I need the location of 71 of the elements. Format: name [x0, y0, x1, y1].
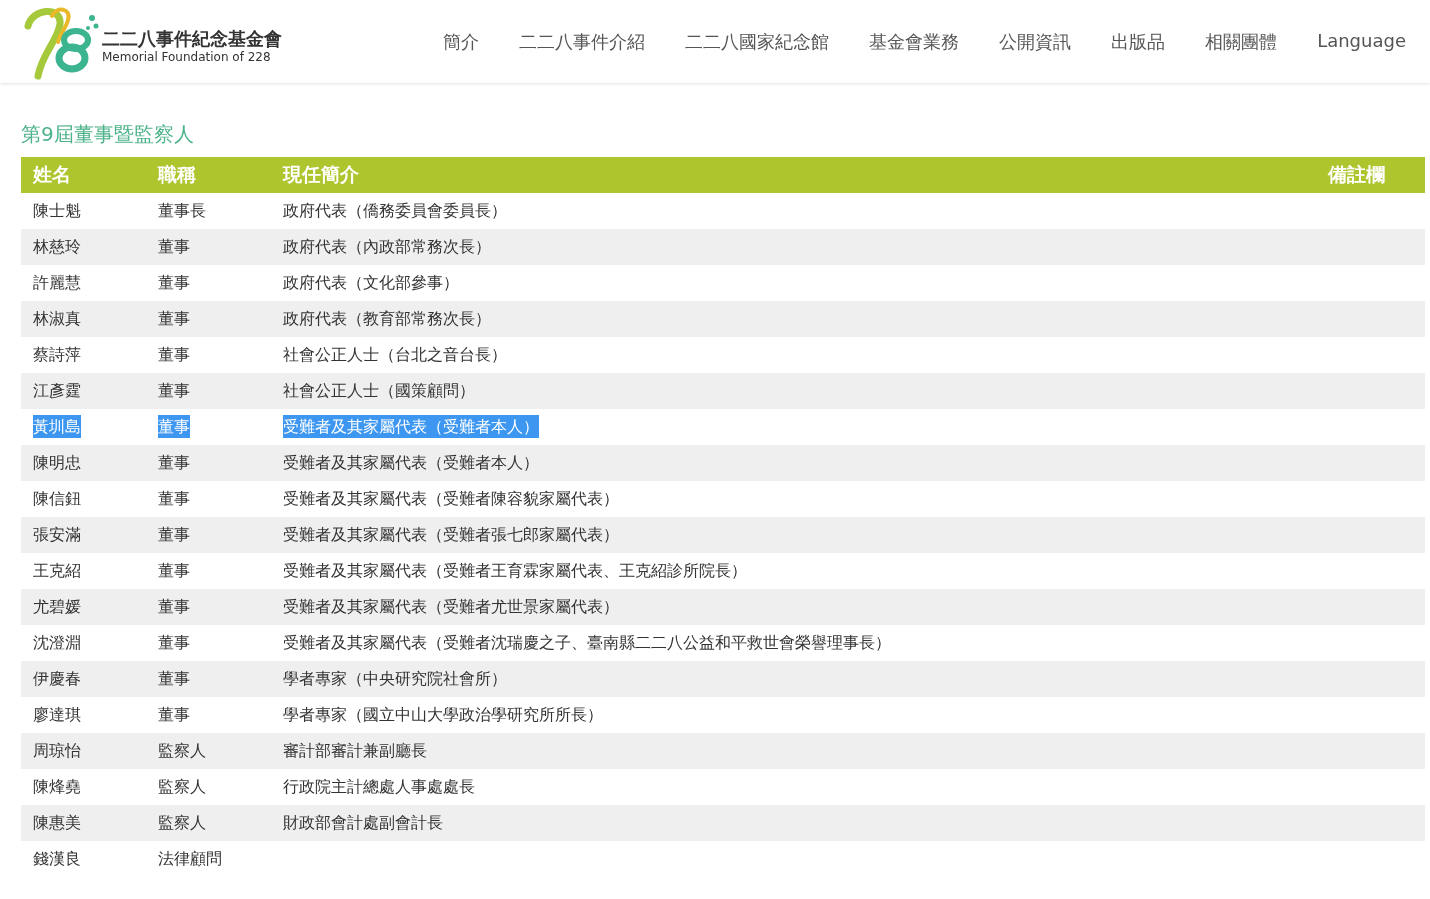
table-cell-text: 錢漢良 — [33, 847, 81, 870]
table-cell-text: 陳惠美 — [33, 811, 81, 834]
table-cell-text: 受難者及其家屬代表（受難者張七郎家屬代表） — [283, 523, 619, 546]
table-cell-text: 董事 — [158, 235, 190, 258]
page-title: 第9屆董事暨監察人 — [21, 121, 195, 147]
table-cell-text: 尤碧媛 — [33, 595, 81, 618]
table-cell-text: 董事 — [158, 559, 190, 582]
table-cell-text: 受難者及其家屬代表（受難者沈瑞慶之子、臺南縣二二八公益和平救世會榮譽理事長） — [283, 631, 891, 654]
table-cell-text: 監察人 — [158, 811, 206, 834]
table-cell-text: 董事長 — [158, 199, 206, 222]
table-cell-text: 董事 — [158, 379, 190, 402]
table-cell-text: 王克紹 — [33, 559, 81, 582]
table-cell-text: 林淑真 — [33, 307, 81, 330]
table-cell-text: 董事 — [158, 631, 190, 654]
table-cell-text: 張安滿 — [33, 523, 81, 546]
table-cell-text: 廖達琪 — [33, 703, 81, 726]
table-cell-text: 江彥霆 — [33, 379, 81, 402]
nav-link[interactable]: 公開資訊 — [999, 29, 1072, 54]
table-cell-text: 董事 — [158, 703, 190, 726]
table-cell-text: 學者專家（中央研究院社會所） — [283, 667, 507, 690]
nav-link[interactable]: 出版品 — [1111, 29, 1166, 54]
table-cell-text: 行政院主計總處人事處處長 — [283, 775, 475, 798]
nav-link[interactable]: 簡介 — [443, 29, 480, 54]
table-cell-text: 學者專家（國立中山大學政治學研究所所長） — [283, 703, 603, 726]
table-cell: 黃圳島 — [33, 414, 81, 438]
table-cell-text: 政府代表（文化部參事） — [283, 271, 459, 294]
table-cell-text: 董事 — [158, 307, 190, 330]
table-cell-text: 周琼怡 — [33, 739, 81, 762]
table-cell-text: 陳明忠 — [33, 451, 81, 474]
table-cell-text: 董事 — [158, 487, 190, 510]
nav-link[interactable]: Language — [1317, 29, 1406, 54]
column-header: 備註欄 — [1328, 163, 1385, 185]
table-cell-text: 審計部審計兼副廳長 — [283, 739, 427, 762]
table-cell-text: 政府代表（內政部常務次長） — [283, 235, 491, 258]
nav-link[interactable]: 基金會業務 — [869, 29, 960, 54]
table-cell-text: 董事 — [158, 343, 190, 366]
nav-link[interactable]: 二二八國家紀念館 — [685, 29, 830, 54]
table-cell-text: 沈澄淵 — [33, 631, 81, 654]
table-cell-text: 監察人 — [158, 739, 206, 762]
table-cell-text: 受難者及其家屬代表（受難者王育霖家屬代表、王克紹診所院長） — [283, 559, 747, 582]
table-cell-text: 法律顧問 — [158, 847, 222, 870]
table-cell-text: 受難者及其家屬代表（受難者本人） — [283, 451, 539, 474]
table-cell-text: 許麗慧 — [33, 271, 81, 294]
table-cell-text: 陳烽堯 — [33, 775, 81, 798]
table-cell-text: 董事 — [158, 667, 190, 690]
table-cell-text: 董事 — [158, 523, 190, 546]
table-cell-text: 社會公正人士（國策顧問） — [283, 379, 475, 402]
table-cell-text: 政府代表（教育部常務次長） — [283, 307, 491, 330]
table-cell-text: 社會公正人士（台北之音台長） — [283, 343, 507, 366]
table-cell: 受難者及其家屬代表（受難者本人） — [283, 414, 539, 438]
table-cell-text: 財政部會計處副會計長 — [283, 811, 443, 834]
table-cell-text: 陳士魁 — [33, 199, 81, 222]
table-cell-text: 伊慶春 — [33, 667, 81, 690]
column-header: 現任簡介 — [283, 163, 359, 185]
nav-link[interactable]: 相關團體 — [1205, 29, 1278, 54]
table-cell-text: 監察人 — [158, 775, 206, 798]
column-header: 姓名 — [33, 163, 71, 185]
nav-link[interactable]: 二二八事件介紹 — [519, 29, 646, 54]
table-cell-text: 林慈玲 — [33, 235, 81, 258]
table-cell-text: 受難者及其家屬代表（受難者尤世景家屬代表） — [283, 595, 619, 618]
table-cell-text: 董事 — [158, 595, 190, 618]
table-cell-text: 董事 — [158, 451, 190, 474]
table-cell-text: 政府代表（僑務委員會委員長） — [283, 199, 507, 222]
logo-title: 二二八事件紀念基金會 — [102, 28, 282, 50]
column-header: 職稱 — [158, 163, 196, 185]
table-cell-text: 陳信鈕 — [33, 487, 81, 510]
table-cell-text: 受難者及其家屬代表（受難者陳容貌家屬代表） — [283, 487, 619, 510]
table-cell: 董事 — [158, 414, 190, 438]
table-cell-text: 董事 — [158, 271, 190, 294]
logo-subtitle: Memorial Foundation of 228 — [102, 50, 272, 65]
table-cell-text: 蔡詩萍 — [33, 343, 81, 366]
